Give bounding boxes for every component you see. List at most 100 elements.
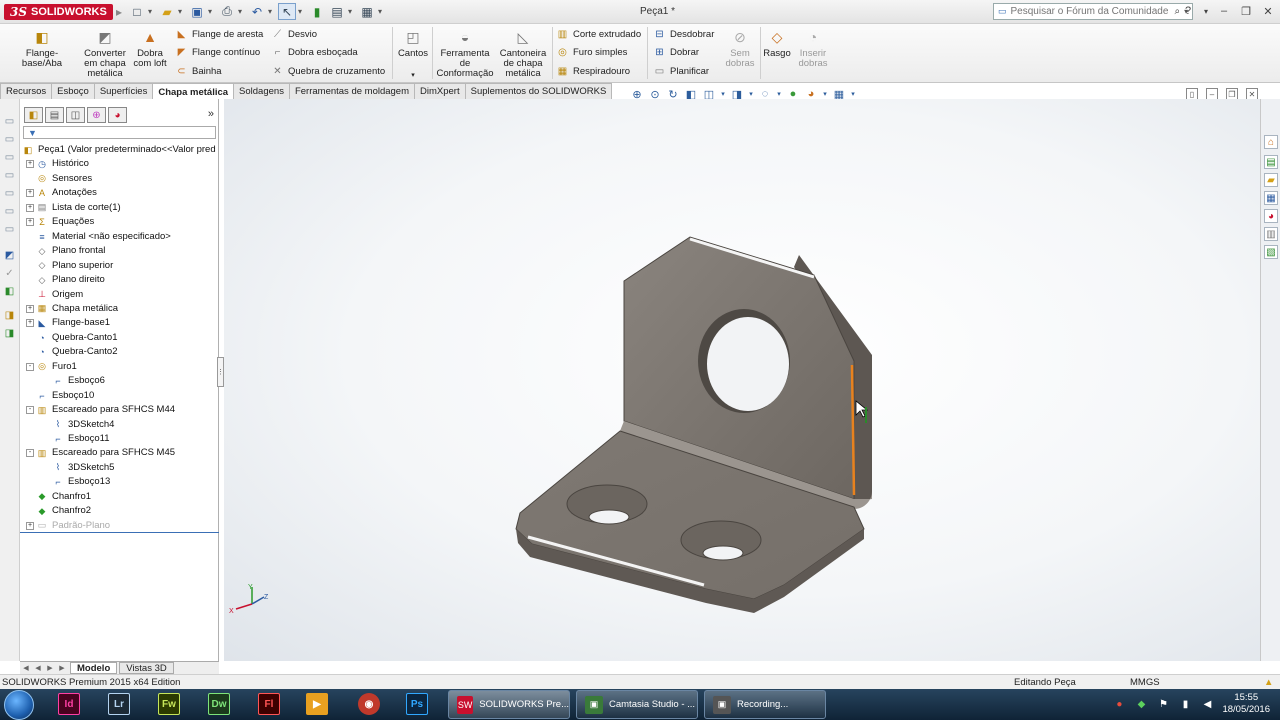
- tray-volume-icon[interactable]: ◀: [1200, 697, 1214, 711]
- browser-icon[interactable]: ◉: [358, 693, 380, 715]
- tree-item[interactable]: ◇ Plano frontal: [20, 244, 219, 258]
- sketched-bend-button[interactable]: ⌐ Dobra esboçada: [271, 46, 358, 59]
- sketch-tool-icon[interactable]: ▭: [3, 205, 16, 218]
- units-label[interactable]: MMGS: [1130, 677, 1160, 688]
- custom-properties-icon[interactable]: ▥: [1264, 227, 1278, 241]
- tree-item[interactable]: ◆ Chanfro2: [20, 504, 219, 518]
- tree-item[interactable]: ⌇ 3DSketch4: [20, 418, 219, 432]
- select-dropdown-icon[interactable]: ▾: [298, 7, 306, 16]
- tree-item[interactable]: + A Anotações: [20, 186, 219, 200]
- featuremanager-tree-icon[interactable]: ◧: [24, 107, 43, 123]
- tab-esboco[interactable]: Esboço: [51, 83, 95, 99]
- save-icon[interactable]: ▣: [188, 3, 206, 20]
- sheetmetal-gusset-button[interactable]: ◺ Cantoneira de chapa metálica: [496, 28, 550, 79]
- help-dropdown-icon[interactable]: ▾: [1202, 3, 1210, 19]
- expand-icon[interactable]: +: [26, 203, 34, 212]
- indesign-icon[interactable]: Id: [58, 693, 80, 715]
- select-arrow-icon[interactable]: ↖: [278, 3, 296, 20]
- expand-panel-icon[interactable]: »: [208, 108, 214, 120]
- options-icon[interactable]: ▦: [358, 3, 376, 20]
- tree-item[interactable]: + ◣ Flange-base1: [20, 316, 219, 330]
- tab-modelo[interactable]: Modelo: [70, 662, 118, 674]
- forming-tool-button[interactable]: ◒ Ferramenta de Conformação: [436, 28, 494, 79]
- open-dropdown-icon[interactable]: ▾: [178, 7, 186, 16]
- menu-pin-icon[interactable]: ▸: [112, 3, 126, 20]
- collapse-icon[interactable]: -: [26, 362, 34, 371]
- view-palette-icon[interactable]: ▦: [1264, 191, 1278, 205]
- new-dropdown-icon[interactable]: ▾: [148, 7, 156, 16]
- help-icon[interactable]: ?: [1180, 3, 1196, 19]
- expand-icon[interactable]: +: [26, 189, 34, 198]
- simple-hole-button[interactable]: ◎ Furo simples: [556, 46, 627, 59]
- tree-item[interactable]: ◇ Plano superior: [20, 259, 219, 273]
- appearances-icon[interactable]: ◕: [1264, 209, 1278, 223]
- tree-item[interactable]: + ▭ Padrão-Plano: [20, 519, 219, 533]
- tab-suplementos[interactable]: Suplementos do SOLIDWORKS: [464, 83, 613, 99]
- smart-dimension-icon[interactable]: ◩: [3, 249, 16, 262]
- dimxpert-manager-icon[interactable]: ⊕: [87, 107, 106, 123]
- print-icon[interactable]: ⎙: [218, 3, 236, 20]
- tree-item[interactable]: ⌐ Esboço11: [20, 432, 219, 446]
- tree-item[interactable]: ⌐ Esboço6: [20, 374, 219, 388]
- restore-icon[interactable]: ❐: [1238, 3, 1254, 19]
- system-clock[interactable]: 15:55 18/05/2016: [1222, 692, 1270, 716]
- collapse-icon[interactable]: -: [26, 406, 34, 415]
- expand-icon[interactable]: +: [26, 521, 34, 530]
- expand-icon[interactable]: +: [26, 319, 34, 328]
- tab-superficies[interactable]: Superfícies: [93, 83, 154, 99]
- tree-item[interactable]: - ▥ Escareado para SFHCS M44: [20, 403, 219, 417]
- tray-flag-icon[interactable]: ⚑: [1156, 697, 1170, 711]
- tab-ferramentas-moldagem[interactable]: Ferramentas de moldagem: [288, 83, 416, 99]
- tree-item[interactable]: ≡ Material <não especificado>: [20, 230, 219, 244]
- save-dropdown-icon[interactable]: ▾: [208, 7, 216, 16]
- media-player-icon[interactable]: ▶: [306, 693, 328, 715]
- move-entities-icon[interactable]: ◨: [3, 327, 16, 340]
- taskbar-camtasia[interactable]: ▣ Camtasia Studio - ...: [576, 690, 698, 719]
- miter-flange-button[interactable]: ◤ Flange contínuo: [175, 46, 261, 59]
- options-dropdown-icon[interactable]: ▾: [378, 7, 386, 16]
- lofted-bend-button[interactable]: ▲ Dobra com loft: [131, 28, 169, 69]
- prev-tab-icon[interactable]: ◀: [32, 662, 44, 674]
- tree-item[interactable]: ◇ Plano direito: [20, 273, 219, 287]
- print-dropdown-icon[interactable]: ▾: [238, 7, 246, 16]
- hem-button[interactable]: ⊂ Bainha: [175, 65, 221, 78]
- sketch-tool-icon[interactable]: ▭: [3, 187, 16, 200]
- flash-icon[interactable]: Fl: [258, 693, 280, 715]
- quick-snaps-icon[interactable]: ◧: [3, 285, 16, 298]
- file-properties-dropdown-icon[interactable]: ▾: [348, 7, 356, 16]
- photoshop-icon[interactable]: Ps: [406, 693, 428, 715]
- tree-item[interactable]: ◆ Chanfro1: [20, 490, 219, 504]
- tree-item[interactable]: ⌇ 3DSketch5: [20, 461, 219, 475]
- edge-flange-button[interactable]: ◣ Flange de aresta: [175, 28, 264, 41]
- tree-item[interactable]: ⊥ Origem: [20, 288, 219, 302]
- fireworks-icon[interactable]: Fw: [158, 693, 180, 715]
- file-properties-icon[interactable]: ▤: [328, 3, 346, 20]
- design-library-icon[interactable]: ▤: [1264, 155, 1278, 169]
- tray-app-icon[interactable]: ●: [1112, 697, 1126, 711]
- new-document-icon[interactable]: □: [128, 3, 146, 20]
- relations-icon[interactable]: ✓: [3, 267, 16, 280]
- display-manager-icon[interactable]: ◕: [108, 107, 127, 123]
- search-scope-icon[interactable]: ▭: [998, 6, 1007, 17]
- sketch-tool-icon[interactable]: ▭: [3, 151, 16, 164]
- start-button[interactable]: [4, 690, 34, 720]
- tree-item[interactable]: + Σ Equações: [20, 215, 219, 229]
- minimize-icon[interactable]: –: [1216, 3, 1232, 19]
- open-folder-icon[interactable]: ▰: [158, 3, 176, 20]
- taskbar-solidworks[interactable]: SW SOLIDWORKS Pre...: [448, 690, 570, 719]
- solidworks-resources-icon[interactable]: ⌂: [1264, 135, 1278, 149]
- insert-bends-button[interactable]: ◔ Inserir dobras: [795, 28, 831, 69]
- configuration-manager-icon[interactable]: ◫: [66, 107, 85, 123]
- tree-item[interactable]: ⌐ Esboço10: [20, 389, 219, 403]
- tree-item[interactable]: ◎ Sensores: [20, 172, 219, 186]
- dreamweaver-icon[interactable]: Dw: [208, 693, 230, 715]
- panel-splitter[interactable]: ⋮: [217, 357, 224, 387]
- part-model-view[interactable]: Y X Z: [224, 99, 1260, 661]
- tab-recursos[interactable]: Recursos: [0, 83, 53, 99]
- rip-button[interactable]: ◇ Rasgo: [762, 28, 792, 59]
- tab-chapa-metalica[interactable]: Chapa metálica: [152, 83, 235, 100]
- undo-dropdown-icon[interactable]: ▾: [268, 7, 276, 16]
- cross-break-button[interactable]: ✕ Quebra de cruzamento: [271, 65, 385, 78]
- undo-icon[interactable]: ↶: [248, 3, 266, 20]
- flange-base-button[interactable]: ◧ Flange-base/Aba: [6, 28, 78, 69]
